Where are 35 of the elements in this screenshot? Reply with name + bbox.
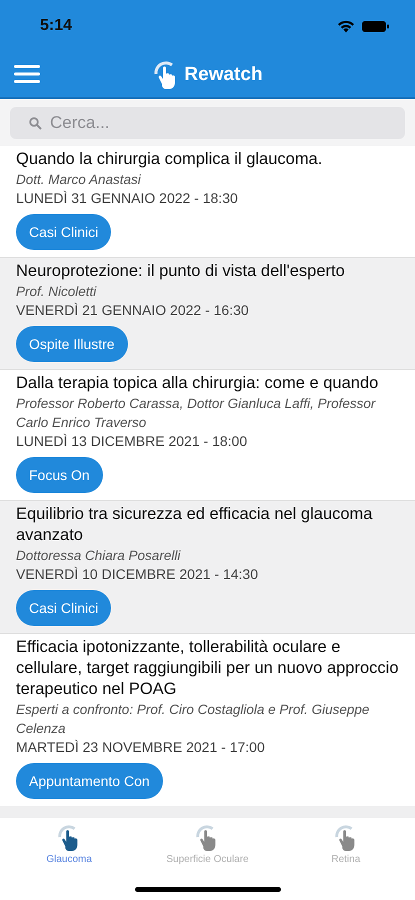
event-title: Quando la chirurgia complica il glaucoma. [16,149,322,170]
category-button[interactable]: Casi Clinici [16,214,112,250]
event-card[interactable]: Neuroprotezione: il punto di vista dell'esperto Prof. Nicoletti VENERDÌ 21 GENNAIO 2022 - 16:30 Ospite Illustre [0,258,415,369]
status-time: 5:14 [40,17,72,35]
wifi-icon [337,20,355,32]
event-speakers: Prof. Nicoletti [16,283,96,301]
search-icon [29,117,42,130]
battery-icon [362,20,389,32]
event-speakers: Professor Roberto Carassa, Dottor Gianluca Laffi, Professor Carlo Enrico Traverso [16,395,377,432]
search-field[interactable]: Cerca... [10,107,405,139]
event-speakers: Esperti a confronto: Prof. Ciro Costagliola e Prof. Giuseppe Celenza [16,701,370,738]
tab-item[interactable]: Glaucoma [0,822,138,900]
event-title: Equilibrio tra sicurezza ed efficacia nel glaucoma avanzato [16,504,374,546]
event-speakers: Dottoressa Chiara Posarelli [16,547,180,565]
tab-item[interactable]: Superficie Oculare [138,822,277,900]
event-title: Dalla terapia topica alla chirurgia: come e quando [16,373,378,394]
event-card[interactable]: Equilibrio tra sicurezza ed efficacia nel glaucoma avanzato Dottoressa Chiara Posarelli VENERDÌ 10 DICEMBRE 2021 - 14:30 Casi Clinici [0,501,415,633]
event-card[interactable]: Dalla terapia topica alla chirurgia: come e quando Professor Roberto Carassa, Dottor Gianluca Laffi, Professor Carlo Enrico Traverso LUNEDÌ 13 DICEMBRE 2021 - 18:00 Focus On [0,370,415,500]
category-button[interactable]: Casi Clinici [16,590,112,626]
event-card[interactable]: Quando la chirurgia complica il glaucoma. Dott. Marco Anastasi LUNEDÌ 31 GENNAIO 2022 - 18:30 Casi Clinici [0,146,415,257]
category-button[interactable]: Focus On [16,457,103,493]
menu-icon[interactable] [14,65,40,83]
tab-item[interactable]: Retina [276,822,415,900]
event-date: MARTEDÌ 23 NOVEMBRE 2021 - 17:00 [16,738,265,757]
event-title: Neuroprotezione: il punto di vista dell'esperto [16,261,345,282]
event-date: LUNEDÌ 13 DICEMBRE 2021 - 18:00 [16,432,248,451]
event-date: VENERDÌ 10 DICEMBRE 2021 - 14:30 [16,565,258,584]
app-title: Rewatch [184,64,263,86]
event-date: VENERDÌ 21 GENNAIO 2022 - 16:30 [16,301,249,320]
event-card[interactable] [0,634,415,806]
category-button[interactable]: Appuntamento Con [16,763,163,799]
event-speakers: Dott. Marco Anastasi [16,171,141,189]
event-date: LUNEDÌ 31 GENNAIO 2022 - 18:30 [16,189,238,208]
event-title: Efficacia ipotonizzante, tollerabilità oculare e cellulare, target raggiungibili per un nuovo approccio terapeutico nel POAG [16,637,400,700]
category-button[interactable]: Ospite Illustre [16,326,128,362]
